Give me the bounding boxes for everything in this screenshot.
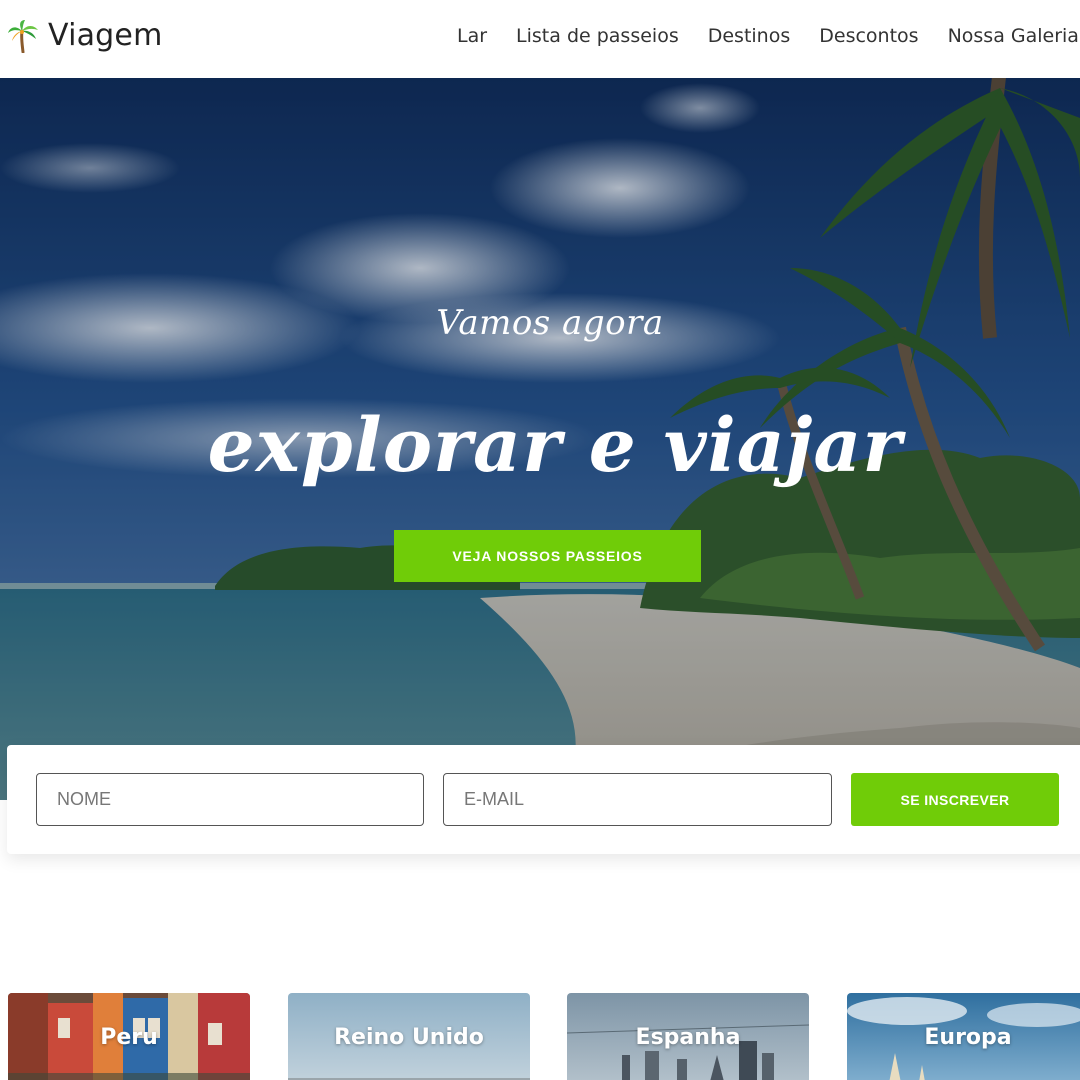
view-tours-button[interactable]: VEJA NOSSOS PASSEIOS — [394, 530, 701, 582]
nav-item-home[interactable]: Lar — [457, 25, 487, 47]
nav-item-tour-list[interactable]: Lista de passeios — [516, 25, 679, 47]
nav-item-discounts[interactable]: Descontos — [819, 25, 918, 47]
hero-tagline: Vamos agora — [436, 303, 664, 343]
nav-item-destinations[interactable]: Destinos — [708, 25, 791, 47]
top-navbar: Viagem Lar Lista de passeios Destinos De… — [0, 0, 1080, 78]
brand[interactable]: Viagem — [6, 18, 163, 53]
nav-item-gallery[interactable]: Nossa Galeria — [948, 25, 1079, 47]
destination-card-peru[interactable]: Peru — [8, 993, 250, 1080]
subscribe-button[interactable]: SE INSCREVER — [851, 773, 1059, 826]
hero-headline: explorar e viajar — [207, 403, 903, 489]
destination-title: Espanha — [635, 1025, 741, 1050]
subscribe-bar: SE INSCREVER — [7, 745, 1080, 854]
brand-name: Viagem — [48, 18, 163, 53]
hero-banner: Vamos agora explorar e viajar VEJA NOSSO… — [0, 78, 1080, 800]
email-input[interactable] — [443, 773, 832, 826]
destination-title: Peru — [100, 1025, 158, 1050]
name-input[interactable] — [36, 773, 424, 826]
palm-tree-icon — [6, 19, 40, 53]
destination-card-europe[interactable]: Europa — [847, 993, 1080, 1080]
destination-card-spain[interactable]: Espanha — [567, 993, 809, 1080]
destination-card-uk[interactable]: Reino Unido — [288, 993, 530, 1080]
main-menu: Lar Lista de passeios Destinos Descontos… — [457, 25, 1079, 47]
destination-title: Reino Unido — [334, 1025, 484, 1050]
destination-title: Europa — [924, 1025, 1012, 1050]
